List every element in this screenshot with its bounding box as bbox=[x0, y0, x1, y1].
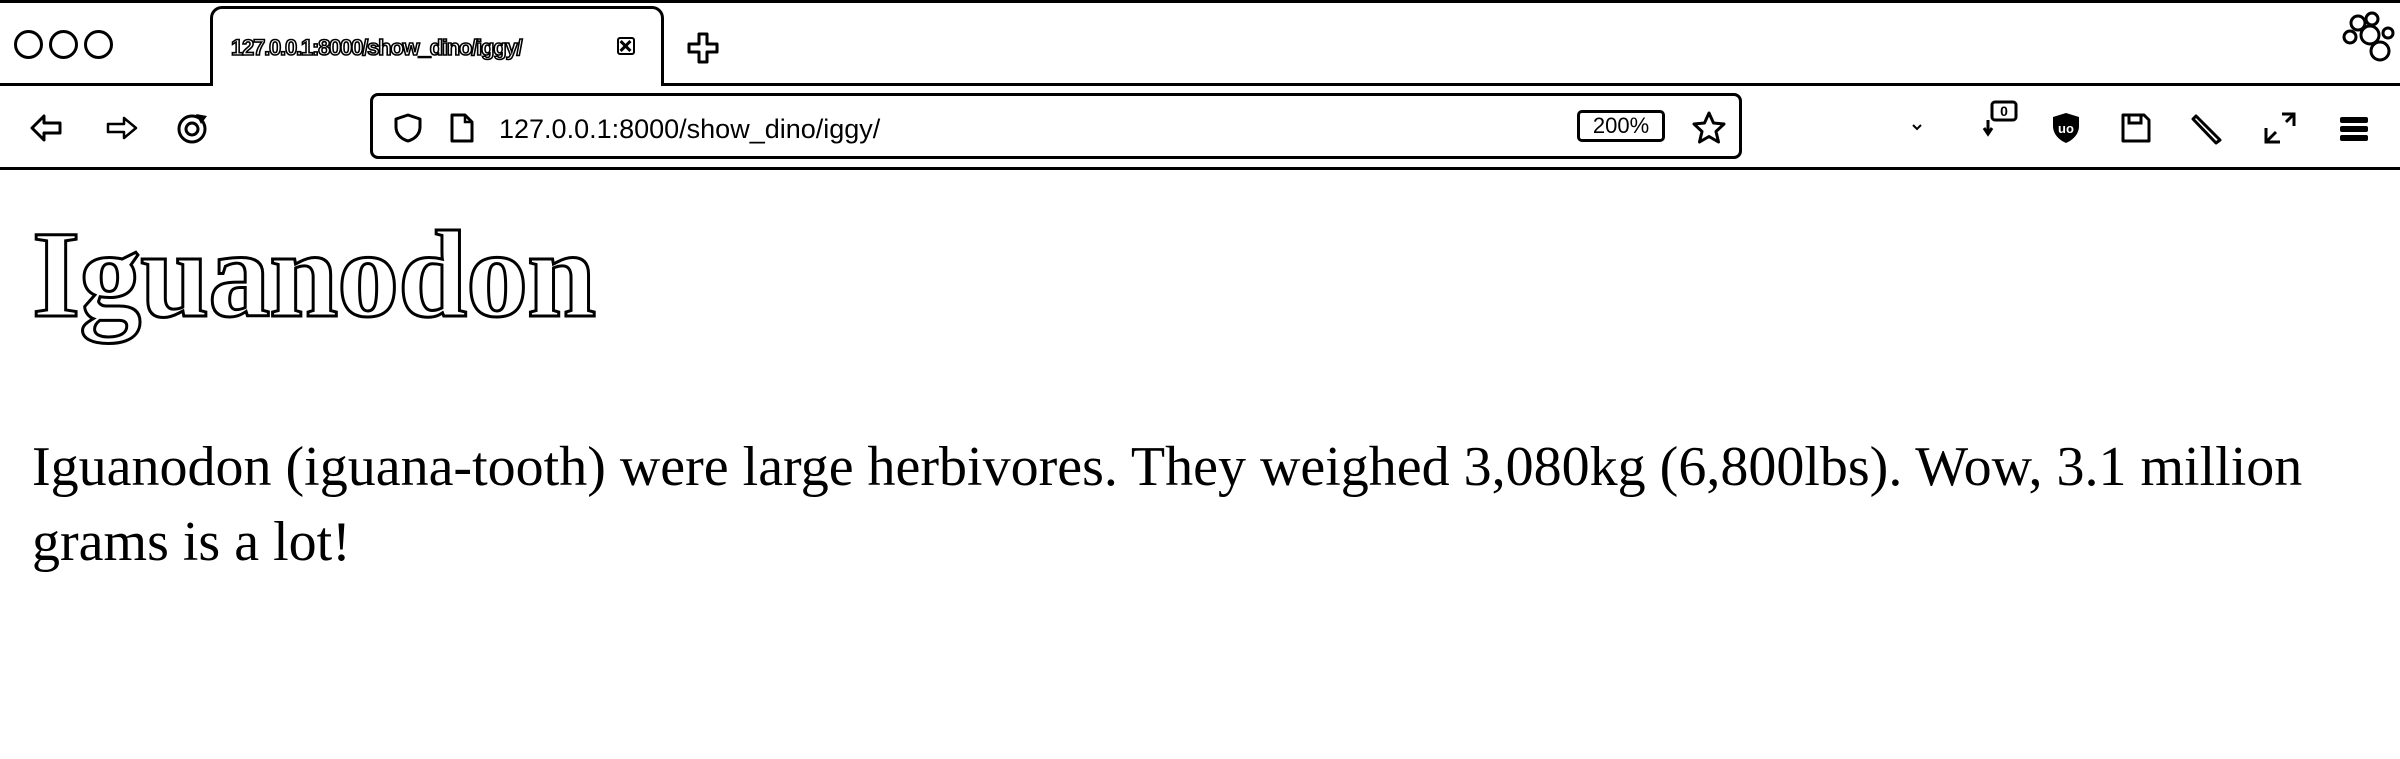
back-arrow-icon[interactable] bbox=[28, 110, 64, 146]
shield-icon[interactable] bbox=[393, 113, 423, 143]
download-badge-count: 0 bbox=[2000, 103, 2008, 119]
tab-strip: 127.0.0.1:8000/show_dino/iggy/ bbox=[0, 0, 2400, 86]
browser-window: 127.0.0.1:8000/show_dino/iggy/ 127.0.0.1… bbox=[0, 0, 2400, 759]
star-icon[interactable] bbox=[1691, 110, 1727, 146]
menu-icon[interactable] bbox=[2336, 110, 2372, 146]
small-chevron-icon[interactable] bbox=[1910, 120, 1924, 134]
hexagon-cluster-icon[interactable] bbox=[2336, 9, 2396, 69]
pen-icon[interactable] bbox=[2190, 110, 2226, 146]
page-icon bbox=[450, 113, 474, 143]
url-bar[interactable]: 127.0.0.1:8000/show_dino/iggy/ 200% bbox=[370, 93, 1742, 159]
maximize-window-button[interactable] bbox=[84, 30, 113, 59]
minimize-window-button[interactable] bbox=[49, 30, 78, 59]
expand-icon[interactable] bbox=[2262, 110, 2298, 146]
close-window-button[interactable] bbox=[14, 30, 43, 59]
window-controls bbox=[14, 30, 113, 64]
tab-title: 127.0.0.1:8000/show_dino/iggy/ bbox=[230, 34, 523, 61]
close-icon[interactable] bbox=[617, 37, 635, 55]
save-icon[interactable] bbox=[2118, 110, 2154, 146]
nav-toolbar: 127.0.0.1:8000/show_dino/iggy/ 200% 0 uo bbox=[0, 86, 2400, 170]
plus-icon[interactable] bbox=[686, 31, 720, 65]
reload-icon[interactable] bbox=[174, 110, 210, 146]
ublock-shield-icon[interactable]: uo bbox=[2048, 110, 2084, 146]
page-paragraph: Iguanodon (iguana-tooth) were large herb… bbox=[32, 436, 2303, 573]
zoom-level-badge[interactable]: 200% bbox=[1577, 110, 1665, 142]
page-content: Iguanodon Iguanodon (iguana-tooth) were … bbox=[31, 200, 2372, 580]
forward-arrow-icon[interactable] bbox=[104, 110, 140, 146]
url-text[interactable]: 127.0.0.1:8000/show_dino/iggy/ bbox=[499, 114, 880, 145]
svg-text:uo: uo bbox=[2058, 121, 2074, 136]
tab-active[interactable]: 127.0.0.1:8000/show_dino/iggy/ bbox=[210, 6, 664, 86]
page-heading: Iguanodon bbox=[31, 205, 598, 345]
download-badge-icon[interactable]: 0 bbox=[1982, 100, 2022, 144]
